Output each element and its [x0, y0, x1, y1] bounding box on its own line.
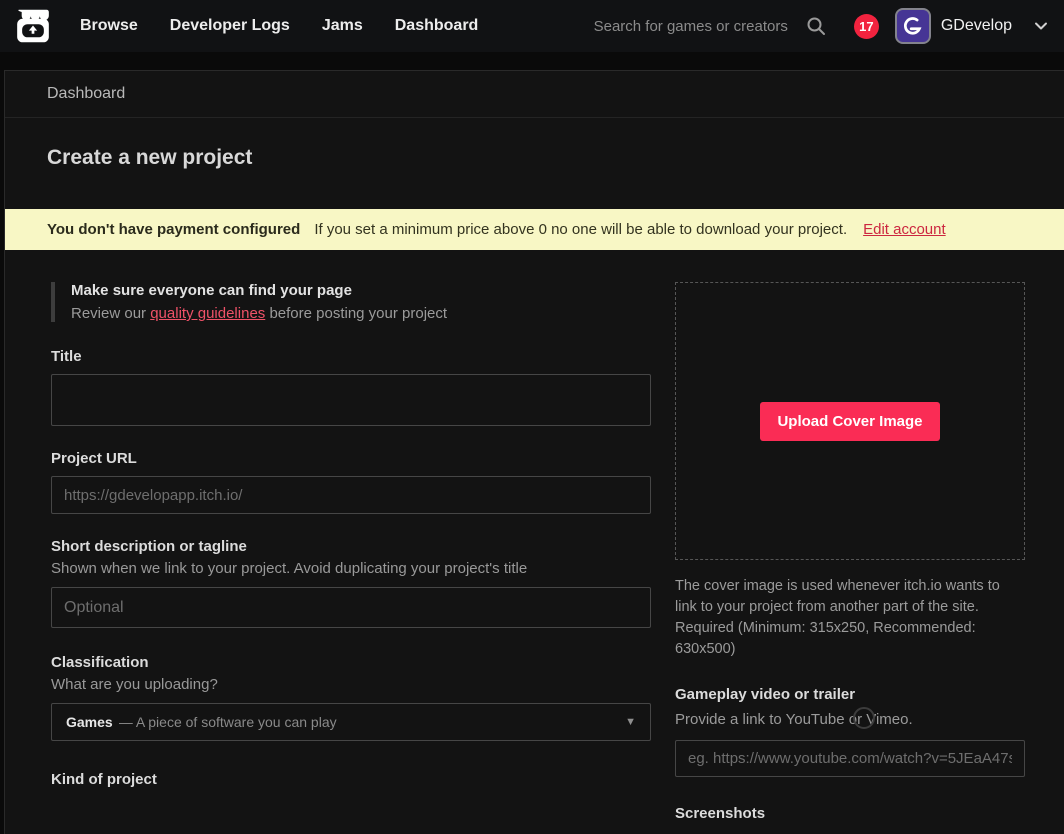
user-avatar[interactable] — [895, 8, 931, 44]
dashboard-container: Dashboard Create a new project You don't… — [4, 70, 1064, 834]
payment-warning-banner: You don't have payment configured If you… — [5, 209, 1064, 250]
quality-notice-pre: Review our — [71, 305, 150, 322]
nav-developer-logs[interactable]: Developer Logs — [170, 17, 290, 35]
quality-guidelines-link[interactable]: quality guidelines — [150, 305, 265, 322]
screenshots-label: Screenshots — [675, 805, 1025, 822]
classification-select[interactable]: Games — A piece of software you can play… — [51, 703, 651, 741]
cover-image-help: The cover image is used whenever itch.io… — [675, 576, 1025, 660]
topbar-right: Search for games or creators 17 GDevelop — [594, 8, 1050, 44]
tagline-input[interactable] — [51, 587, 651, 628]
form-left-column: Make sure everyone can find your page Re… — [51, 282, 651, 834]
gameplay-video-label: Gameplay video or trailer — [675, 686, 1025, 703]
gameplay-video-help: Provide a link to YouTube or Vimeo. — [675, 711, 1025, 728]
quality-notice-line: Review our quality guidelines before pos… — [71, 305, 651, 322]
cover-image-dropzone[interactable]: Upload Cover Image — [675, 282, 1025, 560]
upload-cover-image-button[interactable]: Upload Cover Image — [760, 402, 939, 441]
notification-badge[interactable]: 17 — [854, 14, 879, 39]
chevron-down-icon[interactable] — [1032, 17, 1050, 35]
title-label: Title — [51, 348, 651, 365]
gameplay-video-help-text: Provide a link to YouTube or Vimeo. — [675, 711, 913, 728]
nav-jams[interactable]: Jams — [322, 17, 363, 35]
kind-of-project-label: Kind of project — [51, 771, 651, 788]
edit-account-link[interactable]: Edit account — [863, 221, 946, 238]
top-navigation-bar: Browse Developer Logs Jams Dashboard Sea… — [0, 0, 1064, 52]
gameplay-video-input[interactable] — [675, 740, 1025, 777]
form-right-column: Upload Cover Image The cover image is us… — [675, 282, 1025, 834]
spinner-ring-artifact — [853, 707, 875, 729]
classification-label: Classification — [51, 654, 651, 671]
nav-browse[interactable]: Browse — [80, 17, 138, 35]
quality-notice-post: before posting your project — [265, 305, 447, 322]
username-label[interactable]: GDevelop — [941, 17, 1012, 35]
page-title: Create a new project — [47, 146, 1022, 170]
banner-bold-text: You don't have payment configured — [47, 221, 300, 238]
search-icon[interactable] — [806, 16, 826, 36]
new-project-form: Make sure everyone can find your page Re… — [5, 250, 1064, 834]
nav-dashboard[interactable]: Dashboard — [395, 17, 479, 35]
classification-selected-value: Games — [66, 714, 113, 730]
gdevelop-logo-icon — [902, 15, 924, 37]
screenshots-help: Optional but highly recommended. Upload … — [675, 830, 1025, 834]
title-input[interactable] — [51, 374, 651, 426]
site-search[interactable]: Search for games or creators — [594, 16, 826, 36]
search-input[interactable]: Search for games or creators — [594, 18, 788, 35]
breadcrumb[interactable]: Dashboard — [47, 85, 125, 103]
select-dropdown-icon: ▼ — [625, 716, 636, 728]
main-nav: Browse Developer Logs Jams Dashboard — [80, 17, 478, 35]
classification-selected-desc: — A piece of software you can play — [119, 714, 617, 730]
classification-help: What are you uploading? — [51, 676, 651, 693]
itchio-logo-icon[interactable] — [12, 6, 54, 46]
quality-notice: Make sure everyone can find your page Re… — [51, 282, 651, 322]
project-url-label: Project URL — [51, 450, 651, 467]
tagline-label: Short description or tagline — [51, 538, 651, 555]
project-url-input[interactable] — [51, 476, 651, 514]
quality-notice-title: Make sure everyone can find your page — [71, 282, 651, 299]
banner-message: If you set a minimum price above 0 no on… — [314, 221, 847, 238]
tagline-help: Shown when we link to your project. Avoi… — [51, 560, 651, 577]
breadcrumb-row: Dashboard — [5, 71, 1064, 118]
page-title-row: Create a new project — [5, 118, 1064, 196]
